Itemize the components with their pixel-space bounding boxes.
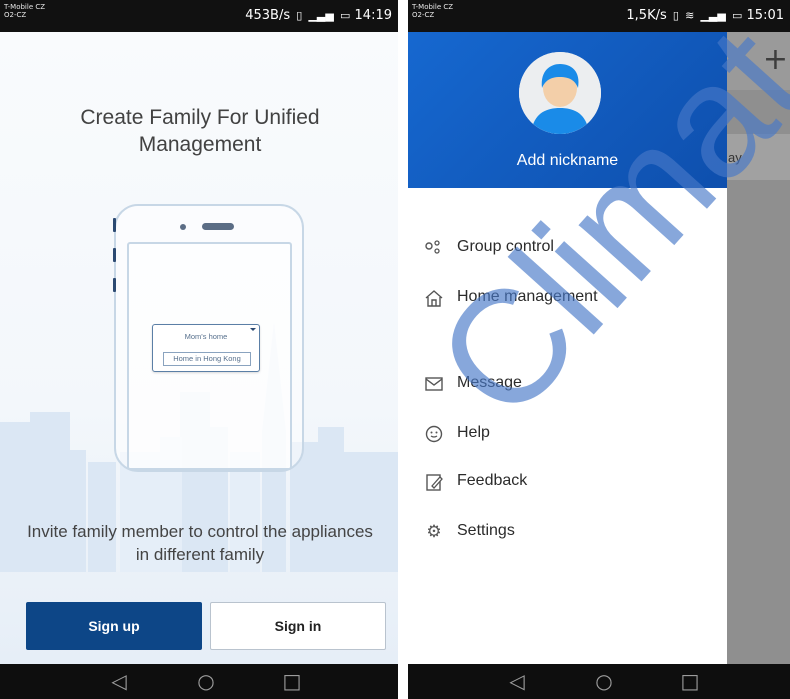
menu-label: Settings [457,522,515,539]
add-nickname-link[interactable]: Add nickname [408,152,727,170]
carrier-line-2: O2-CZ [412,11,435,19]
invite-description: Invite family member to control the appl… [27,522,373,564]
side-button [113,248,116,262]
envelope-icon [424,374,444,394]
menu-label: Message [457,374,522,391]
signal-icon: ▁▃▅ [700,9,726,22]
menu-item-message[interactable]: Message [424,368,714,400]
menu-item-feedback[interactable]: Feedback [424,466,714,498]
help-icon [424,424,444,444]
status-info: 453B/s ▯ ▁▃▅ ▭ 14:19 [245,8,392,23]
menu-item-home-management[interactable]: Home management [424,282,714,314]
feedback-icon [424,472,444,492]
network-speed: 1,5K/s [626,8,667,23]
status-bar: T-Mobile CZ O2-CZ 1,5K/s ▯ ≋ ▁▃▅ ▭ 15:01 [408,0,790,32]
menu-label: Home management [457,288,598,305]
sign-in-button[interactable]: Sign in [210,602,386,650]
home-button-icon[interactable]: ○ [186,664,226,699]
menu-label: Feedback [457,472,528,489]
vibrate-icon: ▯ [296,9,303,22]
carrier-line-1: T-Mobile CZ [4,3,46,11]
onboarding-content: Create Family For Unified Management Mom… [0,32,398,689]
side-button [113,218,116,232]
menu-item-help[interactable]: Help [424,418,714,450]
battery-icon: ▭ [339,9,351,22]
camera-dot [180,224,186,230]
vibrate-icon: ▯ [672,9,679,22]
right-phone-screen: T-Mobile CZ O2-CZ 1,5K/s ▯ ≋ ▁▃▅ ▭ 15:01… [408,0,790,699]
back-icon[interactable]: ◁ [99,664,139,699]
user-avatar-icon [519,52,601,134]
menu-label: Help [457,424,490,441]
group-control-icon [424,238,444,258]
clock: 15:01 [746,8,784,23]
status-bar: T-Mobile CZ O2-CZ 453B/s ▯ ▁▃▅ ▭ 14:19 [0,0,398,32]
status-info: 1,5K/s ▯ ≋ ▁▃▅ ▭ 15:01 [626,8,784,23]
navigation-bar: ◁ ○ □ [408,664,790,699]
menu-item-group-control[interactable]: Group control [424,232,714,264]
home-button-icon[interactable]: ○ [584,664,624,699]
carrier-label: T-Mobile CZ O2-CZ [4,3,45,19]
carrier-line-2: O2-CZ [4,11,27,19]
drawer-header: Add nickname [408,32,727,188]
recents-icon[interactable]: □ [670,664,710,699]
gear-icon: ⚙ [426,522,442,542]
avatar[interactable] [519,52,601,134]
home-icon [424,288,444,308]
recents-icon[interactable]: □ [272,664,312,699]
wifi-icon: ≋ [685,9,695,22]
speaker-slot [202,223,234,230]
carrier-label: T-Mobile CZ O2-CZ [412,3,453,19]
battery-icon: ▭ [731,9,743,22]
menu-item-settings[interactable]: ⚙ Settings [424,516,714,548]
side-button [113,278,116,292]
dropdown-option: Mom's home [184,332,228,341]
navigation-drawer: Add nickname Group control Home manageme… [408,32,727,664]
clock: 14:19 [354,8,392,23]
family-dropdown-illustration: Mom's home Home in Hong Kong [152,324,260,372]
list-item-text: ay [728,150,742,165]
signal-icon: ▁▃▅ [308,9,334,22]
left-phone-screen: T-Mobile CZ O2-CZ 453B/s ▯ ▁▃▅ ▭ 14:19 C… [0,0,398,699]
menu-label: Group control [457,238,554,255]
sign-up-button[interactable]: Sign up [26,602,202,650]
dropdown-option-selected: Home in Hong Kong [163,352,251,366]
navigation-bar: ◁ ○ □ [0,664,398,699]
back-icon[interactable]: ◁ [497,664,537,699]
carrier-line-1: T-Mobile CZ [412,3,454,11]
network-speed: 453B/s [245,8,291,23]
plus-icon[interactable]: + [763,42,788,77]
page-title: Create Family For Unified Management [80,106,320,156]
dropdown-caret-icon [250,328,256,331]
